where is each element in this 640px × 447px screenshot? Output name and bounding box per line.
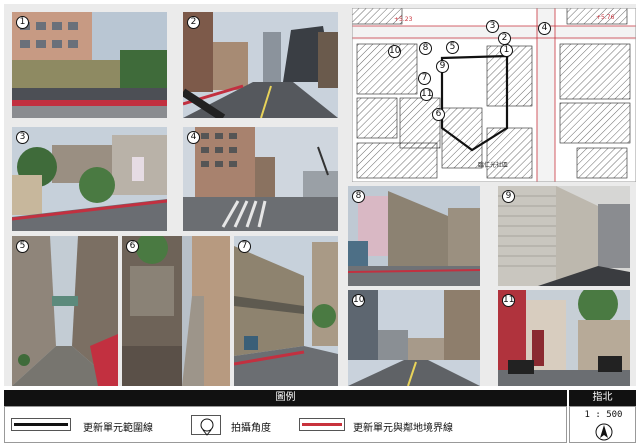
- site-photo-4: 4: [183, 127, 338, 231]
- legend-label-camera: 拍攝角度: [231, 423, 271, 434]
- photo-badge: 10: [352, 294, 365, 307]
- site-photo-10: 10: [348, 290, 480, 386]
- cadastral-map: 10 8 5 3 2 1 4 7 9 11 6 +5.23 +5.76 臨仁光社…: [352, 8, 636, 182]
- legend-label-boundary: 更新單元範圍線: [83, 423, 153, 434]
- site-photo-11: 11: [498, 290, 630, 386]
- site-photo-5: 5: [12, 236, 118, 386]
- north-body: 1 : 500: [569, 406, 636, 443]
- photo-badge: 3: [16, 131, 29, 144]
- photo-badge: 8: [352, 190, 365, 203]
- camera-angle-swatch: [191, 415, 221, 436]
- site-photo-8: 8: [348, 186, 480, 286]
- legend-label-neighbor: 更新單元與鄰地境界線: [353, 423, 453, 434]
- site-photo-2: 2: [183, 12, 338, 118]
- north-header: 指北: [569, 390, 636, 406]
- photo-badge: 5: [16, 240, 29, 253]
- legend-header: 圖例: [4, 390, 567, 406]
- photo-badge: 4: [187, 131, 200, 144]
- photo-badge: 6: [126, 240, 139, 253]
- camera-angle-icon: [200, 418, 214, 436]
- north-title: 指北: [592, 392, 613, 403]
- photo-badge: 9: [502, 190, 515, 203]
- boundary-line-swatch: [11, 418, 71, 431]
- site-photo-7: 7: [234, 236, 338, 386]
- site-photo-9: 9: [498, 186, 630, 286]
- north-arrow-icon: [595, 423, 613, 441]
- site-photo-3: 3: [12, 127, 167, 231]
- neighbor-line-swatch: [299, 418, 345, 431]
- site-photo-6: 6: [122, 236, 230, 386]
- map-parcel-label: 臨仁光社區: [478, 162, 509, 169]
- legend-title: 圖例: [275, 392, 296, 403]
- photo-badge: 1: [16, 16, 29, 29]
- map-elevation-label: +5.76: [596, 14, 615, 21]
- site-photo-sheet: 1 2 10 8 5 3 2 1 4 7 9 11 6 +5.23 +5.76 …: [0, 0, 640, 447]
- map-elevation-label: +5.23: [394, 16, 413, 23]
- legend-body: 更新單元範圍線 拍攝角度 更新單元與鄰地境界線: [4, 406, 567, 443]
- photo-badge: 2: [187, 16, 200, 29]
- scale-text: 1 : 500: [584, 410, 623, 420]
- photo-badge: 11: [502, 294, 515, 307]
- photo-badge: 7: [238, 240, 251, 253]
- site-photo-1: 1: [12, 12, 167, 118]
